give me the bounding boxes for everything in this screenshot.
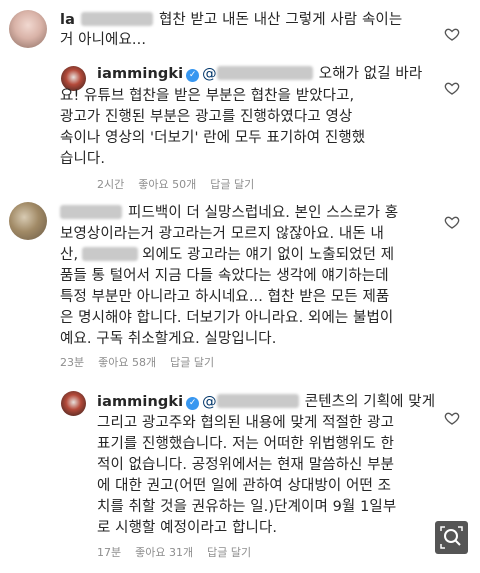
redacted-mention	[216, 66, 313, 80]
comment-3-line-2: 보영상이라는거 광고라는거 모르지 않잖아요. 내돈 내	[60, 226, 384, 242]
comment-text: 협찬 받고 내돈 내산 그렇게 사람 속이는	[158, 12, 403, 28]
heart-outline-icon[interactable]	[444, 410, 460, 426]
verified-badge-icon: ✓	[186, 397, 200, 410]
comment-1-line-1: la 협찬 받고 내돈 내산 그렇게 사람 속이는	[60, 10, 402, 30]
magnify-expand-icon	[440, 526, 463, 549]
comment-text: 외에도 광고라는 얘기 없이 노출되었던 제	[142, 247, 395, 263]
reply-button[interactable]: 답글 달기	[170, 356, 214, 369]
comment-4-meta: 17분 좋아요 31개 답글 달기	[97, 544, 265, 560]
username[interactable]: iammingki	[97, 66, 183, 82]
comment-2-line-3: 광고가 진행된 부분은 광고를 진행하였다고 영상	[60, 109, 353, 125]
avatar[interactable]	[9, 202, 47, 240]
reply-button[interactable]: 답글 달기	[210, 178, 254, 191]
comment-3-line-4: 품들 통 털어서 지금 다들 속았다는 생각에 얘기하는데	[60, 268, 389, 284]
timestamp: 17분	[97, 546, 122, 559]
heart-outline-icon[interactable]	[444, 214, 460, 230]
redacted-name	[82, 247, 139, 261]
comment-text: 콘텐츠의 기획에 맞게	[304, 394, 436, 410]
comment-3-line-6: 은 명시해야 합니다. 더보기가 아니라요. 외에는 불법이	[60, 310, 394, 326]
comment-4-line-2: 그리고 광고주와 협의된 내용에 맞게 적절한 광고	[97, 415, 395, 431]
like-count[interactable]: 좋아요 58개	[98, 356, 156, 369]
comment-2-line-1: iammingki ✓ @ 오해가 없길 바라	[97, 64, 422, 84]
mention[interactable]: @	[202, 394, 217, 410]
comment-3-line-3: 산, 외에도 광고라는 얘기 없이 노출되었던 제	[60, 245, 394, 265]
comment-3-line-7: 예요. 구독 취소할게요. 실망입니다.	[60, 331, 277, 347]
comment-4-line-1: iammingki ✓ @ 콘텐츠의 기획에 맞게	[97, 392, 435, 412]
reply-button[interactable]: 답글 달기	[207, 546, 251, 559]
comment-3-meta: 23분 좋아요 58개 답글 달기	[60, 354, 228, 370]
avatar[interactable]	[61, 391, 86, 416]
verified-badge-icon: ✓	[186, 69, 200, 82]
comment-4-line-4: 적이 없습니다. 공정위에서는 현재 말씀하신 부분	[97, 457, 395, 473]
comment-2-line-5: 습니다.	[60, 151, 106, 167]
comment-4-line-6: 치를 취할 것을 권유하는 일.)단계이며 9월 1일부	[97, 499, 397, 515]
comment-4-line-7: 로 시행할 예정이라고 합니다.	[97, 520, 278, 536]
comment-2-meta: 2시간 좋아요 50개 답글 달기	[97, 176, 268, 192]
username[interactable]: la	[60, 12, 75, 28]
like-count[interactable]: 좋아요 31개	[135, 546, 193, 559]
avatar[interactable]	[9, 10, 47, 48]
comment-4-line-5: 에 대한 권고(어떤 일에 관하여 상대방이 어떤 조	[97, 478, 392, 494]
timestamp: 2시간	[97, 178, 125, 191]
comment-2-line-2: 요! 유튜브 협찬을 받은 부분은 협찬을 받았다고,	[60, 88, 355, 104]
comment-1-line-2: 거 아니에요...	[60, 32, 147, 48]
redacted-username	[60, 205, 122, 219]
mention[interactable]: @	[202, 66, 217, 82]
zoom-button[interactable]	[435, 521, 468, 554]
comment-3-line-1: 피드백이 더 실망스럽네요. 본인 스스로가 홍	[60, 203, 398, 223]
comment-2-line-4: 속이나 영상의 '더보기' 란에 모두 표기하여 진행했	[60, 130, 366, 146]
comment-text: 산,	[60, 247, 79, 263]
heart-outline-icon[interactable]	[444, 26, 460, 42]
like-count[interactable]: 좋아요 50개	[138, 178, 196, 191]
username[interactable]: iammingki	[97, 394, 183, 410]
heart-outline-icon[interactable]	[444, 80, 460, 96]
redacted-username	[80, 12, 153, 26]
timestamp: 23분	[60, 356, 85, 369]
redacted-mention	[216, 394, 299, 408]
comment-text: 피드백이 더 실망스럽네요. 본인 스스로가 홍	[128, 205, 399, 221]
comment-4-line-3: 표기를 진행했습니다. 저는 어떠한 위법행위도 한	[97, 436, 395, 452]
comment-3-line-5: 특정 부분만 아니라고 하시네요... 협찬 받은 모든 제품	[60, 289, 390, 305]
comment-text: 오해가 없길 바라	[318, 66, 423, 82]
